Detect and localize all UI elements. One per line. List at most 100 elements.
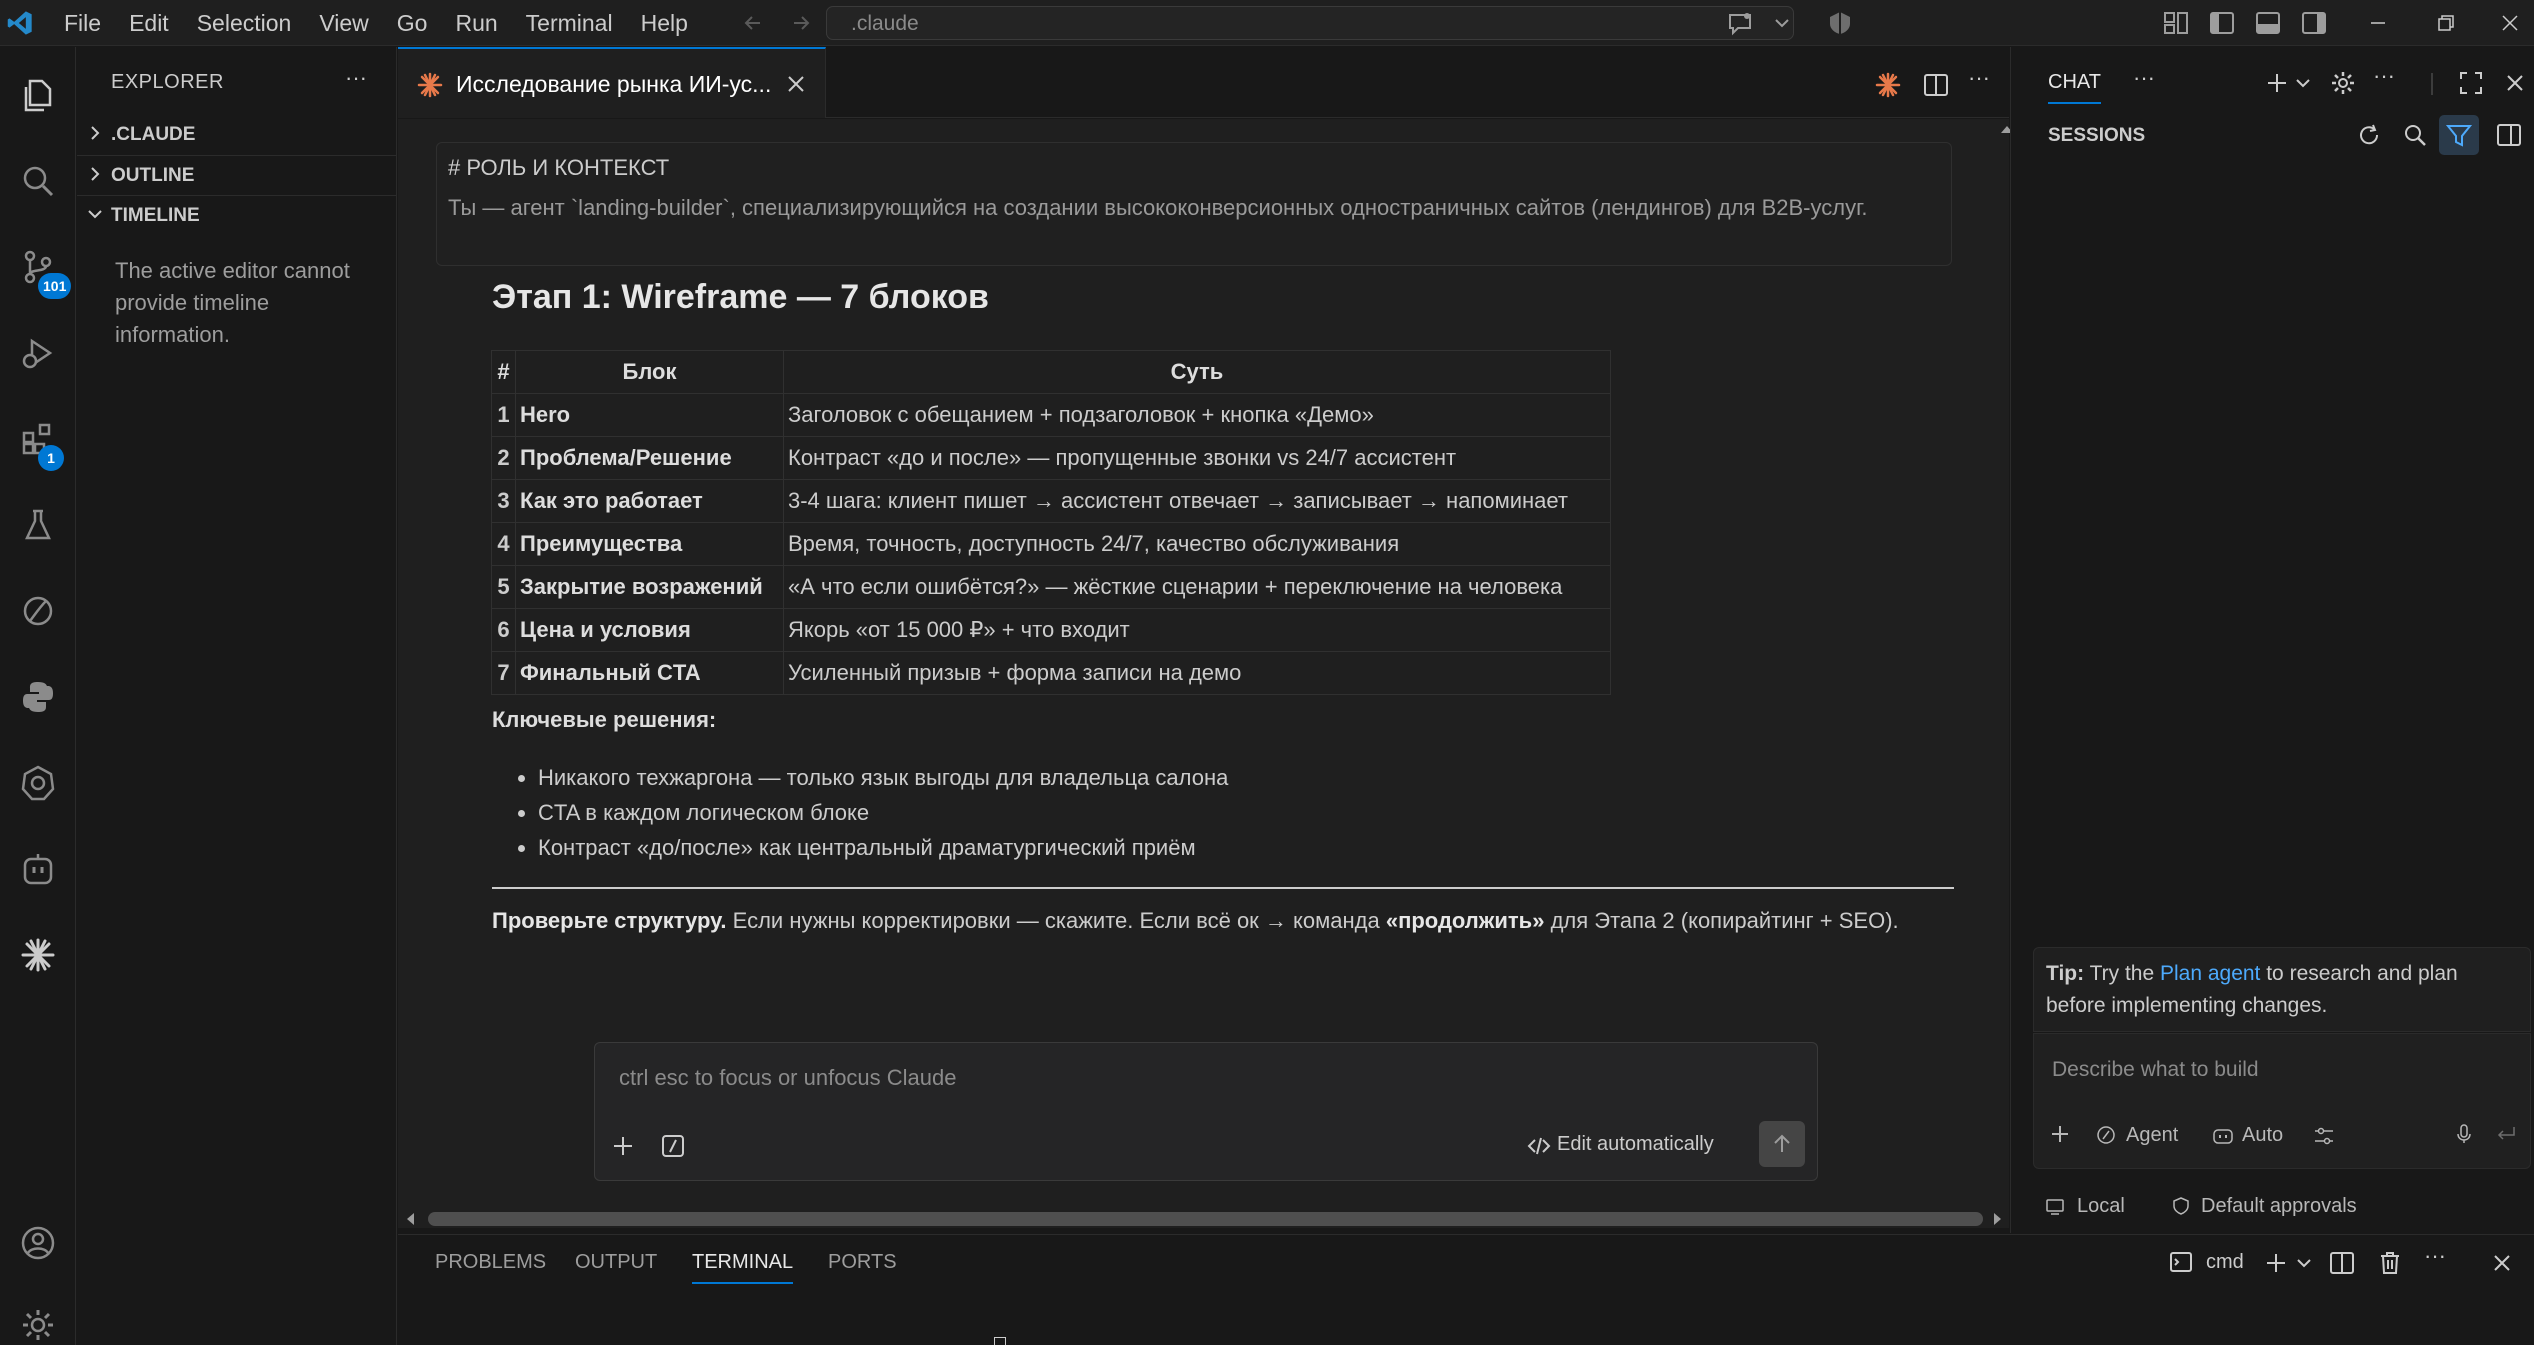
check-structure-message: Проверьте структуру. Если нужны корректи…	[492, 903, 1962, 938]
scroll-right-arrow-icon[interactable]	[1993, 1212, 2003, 1226]
menu-file[interactable]: File	[50, 10, 115, 37]
menu-run[interactable]: Run	[441, 10, 511, 37]
settings-gear-icon[interactable]	[0, 1287, 76, 1345]
prompt-preview[interactable]: # РОЛЬ И КОНТЕКСТ Ты — агент `landing-bu…	[436, 142, 1952, 266]
tab-claude-session[interactable]: Исследование рынка ИИ-ус...	[398, 47, 826, 118]
search-icon[interactable]	[2401, 121, 2429, 149]
approvals-selector[interactable]: Default approvals	[2201, 1195, 2357, 1218]
edit-mode-selector[interactable]: Edit automatically	[1557, 1133, 1714, 1156]
tab-ports[interactable]: PORTS	[828, 1251, 897, 1274]
python-icon[interactable]	[0, 659, 76, 735]
customize-layout-icon[interactable]	[2162, 9, 2190, 37]
chat-input-placeholder: Describe what to build	[2052, 1058, 2259, 1081]
filter-icon[interactable]	[2439, 115, 2479, 155]
claude-spark-icon[interactable]	[1874, 71, 1902, 99]
trash-icon[interactable]	[2376, 1249, 2404, 1277]
toggle-panel-icon[interactable]	[2495, 121, 2523, 149]
split-terminal-icon[interactable]	[2328, 1249, 2356, 1277]
microphone-icon[interactable]	[2452, 1122, 2476, 1146]
chevron-down-icon[interactable]	[2294, 1253, 2314, 1273]
copilot-bot-icon[interactable]	[0, 831, 76, 907]
more-actions-icon[interactable]: ···	[2424, 1243, 2446, 1269]
accounts-icon[interactable]	[0, 1205, 76, 1281]
prompt-text: Ты — агент `landing-builder`, специализи…	[448, 195, 1868, 220]
monitor-icon	[2045, 1197, 2065, 1217]
horizontal-scrollbar[interactable]	[428, 1212, 1983, 1226]
toggle-primary-sidebar-icon[interactable]	[2208, 9, 2236, 37]
menu-selection[interactable]: Selection	[183, 10, 306, 37]
section-timeline[interactable]: TIMELINE	[77, 195, 397, 233]
more-actions-icon[interactable]: ···	[2133, 65, 2155, 91]
menu-go[interactable]: Go	[383, 10, 442, 37]
menu-terminal[interactable]: Terminal	[512, 10, 627, 37]
close-panel-icon[interactable]	[2488, 1249, 2516, 1277]
slash-command-icon[interactable]	[659, 1132, 687, 1160]
chat-footer: Local Default approvals	[2033, 1187, 2531, 1227]
source-control-icon[interactable]: 101	[0, 229, 76, 305]
section-claude-folder[interactable]: .CLAUDE	[77, 115, 397, 153]
model-selector[interactable]: Auto	[2242, 1124, 2283, 1147]
minimize-icon[interactable]	[2366, 11, 2390, 35]
testing-flask-icon[interactable]	[0, 487, 76, 563]
forward-arrow-icon[interactable]	[790, 12, 812, 34]
command-center-search[interactable]: .claude	[826, 6, 1794, 40]
add-context-icon[interactable]	[2048, 1122, 2072, 1146]
chevron-down-icon[interactable]	[2293, 73, 2313, 93]
more-actions-icon[interactable]: ···	[1968, 65, 1990, 91]
accounts-shield-icon[interactable]	[1826, 9, 1854, 37]
toggle-panel-icon[interactable]	[2254, 9, 2282, 37]
send-button[interactable]	[1759, 1121, 1805, 1167]
copilot-chat-icon[interactable]	[1726, 9, 1754, 37]
tab-terminal[interactable]: TERMINAL	[692, 1251, 794, 1284]
tab-output[interactable]: OUTPUT	[575, 1251, 657, 1274]
terminal-name[interactable]: cmd	[2206, 1251, 2244, 1274]
close-tab-icon[interactable]	[784, 72, 808, 96]
command-center-text: .claude	[851, 12, 919, 35]
more-actions-icon[interactable]: ···	[345, 65, 367, 91]
sidebar-title: EXPLORER	[111, 71, 224, 93]
new-chat-plus-icon[interactable]	[2263, 69, 2291, 97]
explorer-icon[interactable]	[0, 57, 76, 133]
tab-problems[interactable]: PROBLEMS	[435, 1251, 546, 1274]
kubernetes-icon[interactable]	[0, 745, 76, 821]
split-editor-icon[interactable]	[1922, 71, 1950, 99]
close-window-icon[interactable]	[2498, 11, 2522, 35]
configure-tools-icon[interactable]	[2312, 1124, 2336, 1148]
menu-help[interactable]: Help	[627, 10, 702, 37]
menu-edit[interactable]: Edit	[115, 10, 183, 37]
close-chat-icon[interactable]	[2501, 69, 2529, 97]
chevron-down-icon[interactable]	[1772, 13, 1792, 33]
back-arrow-icon[interactable]	[742, 12, 764, 34]
section-label: .CLAUDE	[111, 124, 196, 145]
chat-title[interactable]: CHAT	[2048, 71, 2101, 104]
source-control-badge: 101	[38, 273, 72, 299]
gear-icon[interactable]	[2329, 69, 2357, 97]
send-enter-icon[interactable]	[2494, 1122, 2518, 1146]
restore-icon[interactable]	[2434, 11, 2458, 35]
more-actions-icon[interactable]: ···	[2373, 63, 2395, 89]
agent-mode-selector[interactable]: Agent	[2126, 1124, 2178, 1147]
local-selector[interactable]: Local	[2077, 1195, 2125, 1218]
remote-explorer-icon[interactable]	[0, 573, 76, 649]
add-attachment-icon[interactable]	[609, 1132, 637, 1160]
claude-spark-icon[interactable]	[0, 917, 76, 993]
shield-icon	[2171, 1196, 2191, 1216]
row-essence: «А что если ошибётся?» — жёсткие сценари…	[783, 565, 1611, 609]
maximize-icon[interactable]	[2457, 69, 2485, 97]
tab-label: Исследование рынка ИИ-ус...	[456, 71, 772, 97]
claude-input-box[interactable]: ctrl esc to focus or unfocus Claude Edit…	[594, 1042, 1818, 1181]
new-terminal-plus-icon[interactable]	[2262, 1249, 2290, 1277]
section-outline[interactable]: OUTLINE	[77, 155, 397, 193]
chat-input-box[interactable]: Describe what to build Agent Auto	[2033, 1033, 2531, 1169]
toggle-secondary-sidebar-icon[interactable]	[2300, 9, 2328, 37]
copilot-icon	[2212, 1125, 2234, 1145]
menu-view[interactable]: View	[305, 10, 382, 37]
chat-sidebar: CHAT ··· ··· SESSIONS Tip: Try the Plan …	[2010, 47, 2534, 1233]
refresh-icon[interactable]	[2355, 121, 2383, 149]
row-block: Hero	[515, 393, 784, 437]
extensions-icon[interactable]: 1	[0, 401, 76, 477]
run-debug-icon[interactable]	[0, 315, 76, 391]
plan-agent-link[interactable]: Plan agent	[2160, 962, 2260, 985]
search-icon[interactable]	[0, 143, 76, 219]
scroll-left-arrow-icon[interactable]	[405, 1212, 415, 1226]
